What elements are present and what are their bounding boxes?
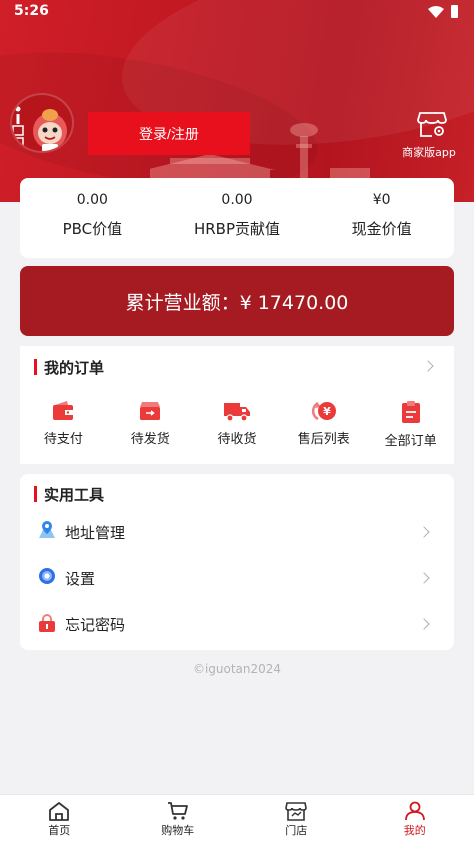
home-icon	[49, 802, 70, 821]
clipboard-icon	[401, 401, 420, 423]
bottom-tab-bar: 首页 购物车 门店 我的	[0, 794, 474, 844]
tool-forgot-password[interactable]: 忘记密码	[20, 604, 454, 644]
chevron-right-icon	[418, 572, 430, 584]
store-settings-icon	[417, 112, 447, 137]
tab-label: 我的	[403, 824, 426, 837]
chevron-right-icon	[418, 526, 430, 538]
merchant-app-button[interactable]: 商家版app	[402, 110, 460, 160]
lock-icon	[39, 614, 55, 632]
tab-home[interactable]: 首页	[0, 795, 119, 844]
wifi-icon	[428, 6, 444, 18]
tab-cart[interactable]: 购物车	[119, 795, 238, 844]
copyright-text: ©iguotan2024	[192, 662, 282, 676]
my-orders-title: 我的订单	[34, 357, 104, 378]
chevron-right-icon[interactable]	[422, 360, 434, 372]
order-after-sales[interactable]: ¥ 售后列表	[280, 400, 367, 449]
tool-label: 设置	[65, 570, 96, 588]
tab-label: 门店	[285, 824, 308, 837]
stat-label: PBC价值	[62, 220, 123, 238]
tab-mine[interactable]: 我的	[356, 795, 474, 844]
login-register-button[interactable]: 登录/注册	[88, 112, 250, 155]
order-pending-receipt[interactable]: 待收货	[194, 400, 281, 449]
tools-title: 实用工具	[34, 484, 104, 505]
stat-label: HRBP贡献值	[193, 220, 281, 238]
order-pending-payment[interactable]: 待支付	[20, 400, 107, 449]
total-revenue-text: 累计营业额：¥ 17470.00	[125, 291, 349, 314]
stat-hrbp[interactable]: 0.00 HRBP贡献值	[165, 178, 310, 258]
profile-header: 5:26 登录/注册 商家版app	[0, 0, 474, 202]
stat-value: ¥0	[372, 192, 391, 208]
order-item-label: 待收货	[217, 432, 257, 447]
stat-cash[interactable]: ¥0 现金价值	[309, 178, 454, 258]
refund-icon: ¥	[311, 401, 336, 421]
order-item-label: 全部订单	[384, 434, 437, 449]
box-icon	[140, 402, 161, 420]
wallet-icon	[53, 401, 74, 420]
truck-icon	[223, 403, 250, 422]
stat-value: 0.00	[221, 192, 253, 208]
svg-text:¥: ¥	[323, 405, 331, 418]
total-revenue-banner: 累计营业额：¥ 17470.00	[20, 266, 454, 336]
tool-label: 地址管理	[65, 524, 126, 542]
tool-address-management[interactable]: 地址管理	[20, 512, 454, 552]
my-orders-section: 我的订单 待支付 待发货 待收货 ¥ 售后列表 全部订单	[20, 346, 454, 464]
order-all[interactable]: 全部订单	[367, 400, 454, 449]
tools-section: 实用工具 地址管理 设置 忘记密码	[20, 474, 454, 650]
merchant-app-label: 商家版app	[402, 146, 456, 159]
order-item-label: 待支付	[43, 432, 83, 447]
status-time: 5:26	[14, 3, 49, 19]
tool-settings[interactable]: 设置	[20, 558, 454, 598]
tool-label: 忘记密码	[65, 616, 126, 634]
stat-value: 0.00	[76, 192, 108, 208]
gear-icon	[39, 568, 55, 584]
order-item-label: 待发货	[130, 432, 170, 447]
store-icon	[285, 802, 308, 821]
avatar[interactable]	[10, 93, 74, 153]
tab-label: 首页	[48, 824, 71, 837]
tab-label: 购物车	[161, 824, 195, 837]
status-bar: 5:26	[0, 0, 474, 24]
cart-icon	[167, 802, 188, 820]
order-pending-shipment[interactable]: 待发货	[107, 400, 194, 449]
order-item-label: 售后列表	[297, 432, 350, 447]
battery-icon	[451, 5, 458, 18]
stat-pbc[interactable]: 0.00 PBC价值	[20, 178, 165, 258]
tab-store[interactable]: 门店	[237, 795, 356, 844]
order-status-row: 待支付 待发货 待收货 ¥ 售后列表 全部订单	[20, 400, 454, 449]
value-stats-card: 0.00 PBC价值 0.00 HRBP贡献值 ¥0 现金价值	[20, 178, 454, 258]
user-icon	[404, 801, 425, 821]
chevron-right-icon	[418, 618, 430, 630]
map-pin-icon	[39, 521, 55, 538]
stat-label: 现金价值	[351, 220, 412, 238]
